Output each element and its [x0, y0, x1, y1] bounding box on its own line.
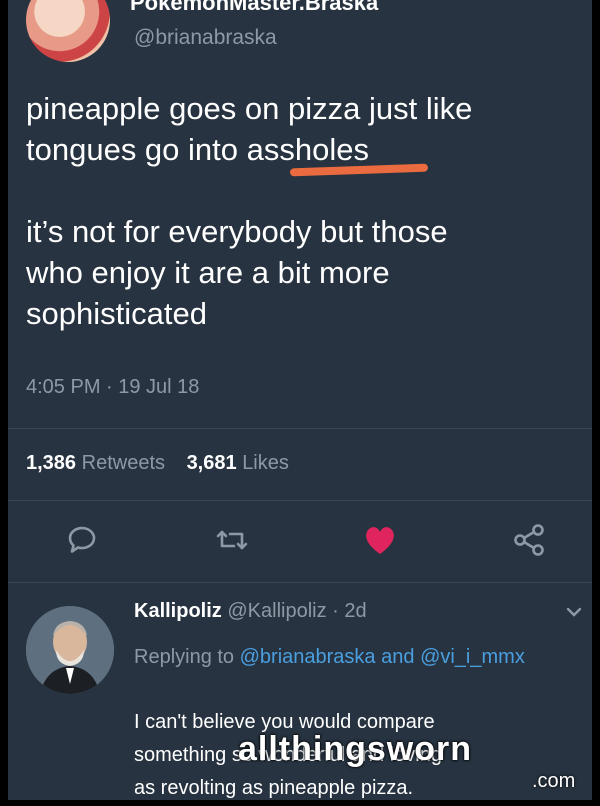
author-display-name[interactable]: PokemonMaster.Braska: [130, 0, 378, 16]
likes-count[interactable]: 3,681: [187, 452, 237, 474]
share-icon[interactable]: [510, 520, 550, 560]
chevron-down-icon[interactable]: [564, 602, 584, 627]
reply-icon[interactable]: [62, 520, 102, 560]
divider: [8, 500, 592, 501]
divider: [8, 428, 592, 429]
watermark-suffix: .com: [532, 770, 576, 792]
tweet-text: pineapple goes on pizza just like tongue…: [26, 91, 473, 331]
retweets-label[interactable]: Retweets: [82, 452, 165, 474]
retweets-count[interactable]: 1,386: [26, 452, 76, 474]
reply-header: Kallipoliz @Kallipoliz · 2d: [134, 600, 367, 623]
author-avatar[interactable]: [26, 0, 110, 62]
divider: [8, 582, 592, 583]
likes-label[interactable]: Likes: [242, 452, 289, 474]
reply-author-meta[interactable]: @Kallipoliz · 2d: [227, 600, 366, 622]
tweet-panel: PokemonMaster.Braska @brianabraska pinea…: [8, 0, 592, 800]
tweet-stats: 1,386 Retweets 3,681 Likes: [26, 452, 305, 475]
tweet-timestamp[interactable]: 4:05 PM · 19 Jul 18: [26, 376, 199, 399]
reply-author-name[interactable]: Kallipoliz: [134, 600, 222, 622]
retweet-icon[interactable]: [212, 520, 252, 560]
replying-prefix: Replying to: [134, 646, 235, 668]
author-handle[interactable]: @brianabraska: [134, 26, 277, 50]
mention-link[interactable]: @brianabraska: [240, 646, 376, 668]
watermark: allthingsworn: [238, 730, 472, 768]
mention-link[interactable]: @vi_i_mmx: [420, 646, 525, 668]
heart-icon[interactable]: [360, 520, 400, 560]
tweet-actions: [8, 520, 592, 566]
reply-author-avatar[interactable]: [26, 606, 114, 694]
replying-to: Replying to @brianabraska and @vi_i_mmx: [134, 640, 564, 674]
and-text: and: [381, 646, 415, 668]
